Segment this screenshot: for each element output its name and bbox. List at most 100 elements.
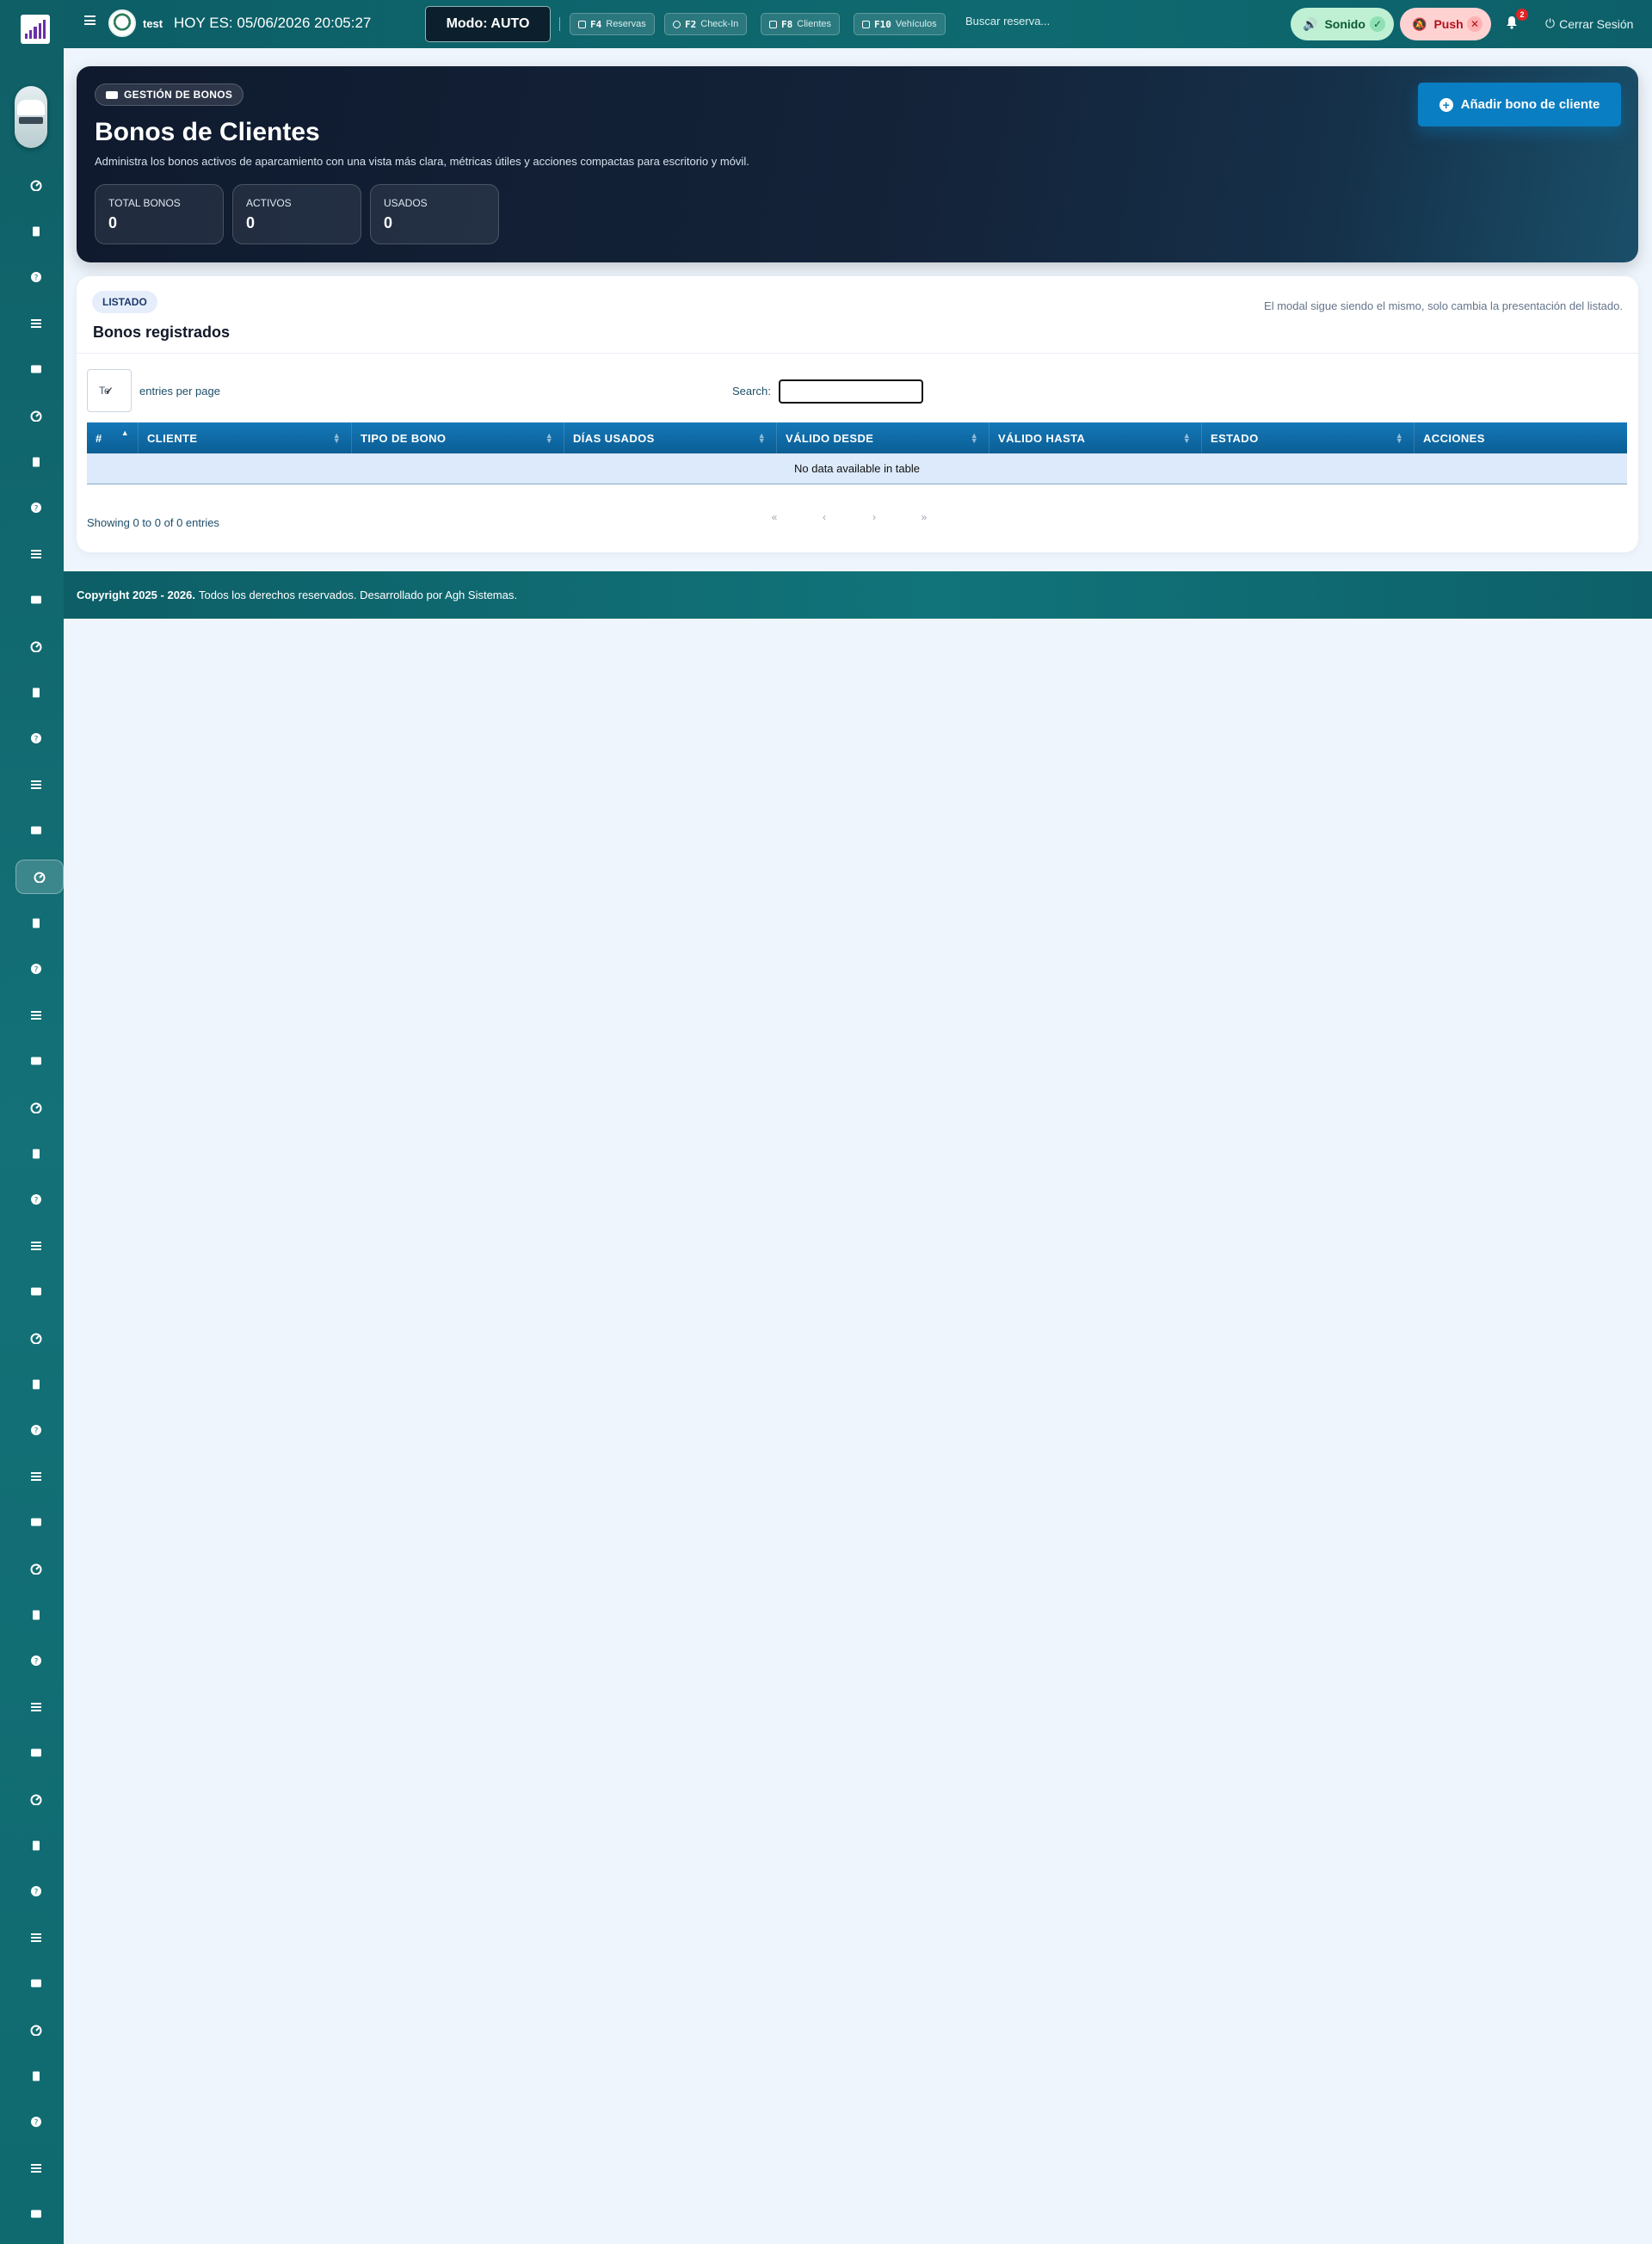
sidebar-item-camera[interactable]: ? xyxy=(17,953,55,984)
sidebar-item-help[interactable]: ? xyxy=(17,262,55,293)
sidebar-item-database[interactable] xyxy=(17,1507,55,1538)
code-icon: ? xyxy=(31,2117,41,2128)
sidebar-item-file[interactable] xyxy=(17,908,55,939)
column-header-index[interactable]: # ▲ xyxy=(87,422,139,453)
bank-icon xyxy=(31,1703,41,1711)
shortcut-key: F10 xyxy=(874,18,891,30)
sidebar-item-video[interactable] xyxy=(17,1737,55,1768)
sidebar-item-dashboard[interactable] xyxy=(17,170,55,200)
sidebar-item-ticket[interactable] xyxy=(15,860,64,894)
sidebar-item-parking[interactable] xyxy=(17,1045,55,1076)
sidebar-item-id-card[interactable] xyxy=(17,354,55,385)
logout-arrow-icon xyxy=(33,1149,40,1159)
last-page-button[interactable]: » xyxy=(899,511,949,523)
sidebar-item-briefcase[interactable]: ? xyxy=(17,1415,55,1446)
column-header-dias-usados[interactable]: DÍAS USADOS ▲ ▼ xyxy=(564,422,777,453)
sidebar-item-book[interactable] xyxy=(17,1784,55,1815)
database-icon xyxy=(31,1518,41,1526)
sidebar-avatar[interactable] xyxy=(15,86,47,148)
prev-page-button[interactable]: ‹ xyxy=(799,511,849,523)
sidebar-item-euro[interactable] xyxy=(17,584,55,615)
sidebar-item-printer[interactable]: ? xyxy=(17,1184,55,1215)
sidebar-item-truck[interactable] xyxy=(17,447,55,478)
sidebar-item-calendar[interactable] xyxy=(17,677,55,708)
sidebar-item-cogs[interactable]: ? xyxy=(17,1645,55,1676)
ticket-icon xyxy=(106,90,118,99)
sidebar-item-chart[interactable] xyxy=(17,631,55,662)
sidebar-item-shield[interactable]: ? xyxy=(17,1876,55,1907)
sidebar-item-layers[interactable]: ? xyxy=(17,492,55,523)
sidebar-item-bank[interactable] xyxy=(17,1692,55,1723)
calendar-x-icon xyxy=(31,780,41,789)
app-logo[interactable] xyxy=(21,15,50,44)
hamburger-menu-icon[interactable] xyxy=(84,15,96,25)
column-header-estado[interactable]: ESTADO ▲ ▼ xyxy=(1202,422,1415,453)
shortcut-clientes[interactable]: F8 Clientes xyxy=(761,13,840,35)
add-bono-button[interactable]: + Añadir bono de cliente xyxy=(1418,83,1621,126)
sidebar-item-user-tie[interactable] xyxy=(17,1830,55,1861)
brand-logo xyxy=(108,9,136,37)
network-icon xyxy=(31,1933,41,1942)
sidebar-item-list[interactable] xyxy=(17,308,55,339)
camera-icon: ? xyxy=(31,964,41,975)
sort-icon: ▲ ▼ xyxy=(1182,431,1191,445)
column-header-label: TIPO DE BONO xyxy=(361,431,447,445)
shortcut-vehiculos[interactable]: F10 Vehículos xyxy=(854,13,946,35)
sidebar-item-list-alt[interactable] xyxy=(17,1461,55,1492)
sidebar-item-building[interactable] xyxy=(17,815,55,846)
shortcut-checkin[interactable]: F2 Check-In xyxy=(664,13,748,35)
sidebar-item-network[interactable] xyxy=(17,1922,55,1953)
book-icon xyxy=(30,1794,42,1805)
footer-copyright: Copyright 2025 - 2026. xyxy=(77,589,195,601)
chart-icon xyxy=(30,641,42,652)
sidebar-item-bell[interactable] xyxy=(17,1553,55,1584)
sound-toggle[interactable]: 🔊 Sonido ✓ xyxy=(1291,8,1394,40)
push-toggle[interactable]: 🔕 Push ✕ xyxy=(1400,8,1491,40)
sidebar-item-calendar-x[interactable] xyxy=(17,769,55,800)
sidebar-item-transfer[interactable] xyxy=(17,539,55,570)
shortcut-reservas[interactable]: F4 Reservas xyxy=(570,13,655,35)
mode-button[interactable]: Modo: AUTO xyxy=(425,6,551,42)
ticket-icon xyxy=(34,872,46,883)
sidebar-item-calendar-check[interactable]: ? xyxy=(17,723,55,754)
sidebar-item-code[interactable]: ? xyxy=(17,2106,55,2137)
column-header-valido-hasta[interactable]: VÁLIDO HASTA ▲ ▼ xyxy=(989,422,1202,453)
list-icon xyxy=(31,319,41,328)
table-search-input[interactable] xyxy=(779,379,923,404)
shortcut-key: F8 xyxy=(781,18,793,30)
sidebar-item-check[interactable] xyxy=(17,1092,55,1123)
sidebar-item-user-cog[interactable] xyxy=(17,1369,55,1400)
first-page-button[interactable]: « xyxy=(749,511,799,523)
sidebar-item-power[interactable] xyxy=(17,2198,55,2229)
reservation-search-input[interactable]: Buscar reserva... xyxy=(965,15,1050,28)
column-header-cliente[interactable]: CLIENTE ▲ ▼ xyxy=(139,422,352,453)
column-header-tipo-bono[interactable]: TIPO DE BONO ▲ ▼ xyxy=(352,422,564,453)
sidebar-item-clock[interactable] xyxy=(17,1322,55,1353)
transfer-icon xyxy=(31,550,41,558)
sidebar-item-logout-arrow[interactable] xyxy=(17,1138,55,1169)
entries-per-page-select[interactable]: Te ✓ xyxy=(87,369,132,412)
svg-text:?: ? xyxy=(34,2119,39,2128)
column-header-label: ESTADO xyxy=(1211,431,1259,445)
sidebar-item-file-text[interactable] xyxy=(17,1230,55,1261)
svg-text:?: ? xyxy=(34,1658,39,1667)
column-header-valido-desde[interactable]: VÁLIDO DESDE ▲ ▼ xyxy=(777,422,989,453)
sidebar-item-car[interactable] xyxy=(17,400,55,431)
sidebar-item-megaphone[interactable] xyxy=(17,1000,55,1031)
sidebar-item-server[interactable] xyxy=(17,1968,55,1999)
video-icon xyxy=(31,1748,41,1757)
sidebar-item-sitemap[interactable] xyxy=(17,2014,55,2045)
sidebar-item-document[interactable] xyxy=(17,216,55,247)
sidebar-item-users[interactable] xyxy=(17,1276,55,1307)
user-tie-icon xyxy=(33,1840,40,1851)
sort-icon: ▲ ▼ xyxy=(1395,431,1403,445)
sound-label: Sonido xyxy=(1324,17,1365,31)
sidebar-item-user[interactable] xyxy=(17,1600,55,1631)
next-page-button[interactable]: › xyxy=(849,511,899,523)
logout-button[interactable]: ⏻ Cerrar Sesión xyxy=(1545,16,1633,31)
svg-text:?: ? xyxy=(34,274,39,283)
sidebar-item-list-check[interactable] xyxy=(17,2061,55,2092)
sidebar-item-antenna[interactable] xyxy=(17,2153,55,2184)
briefcase-icon: ? xyxy=(31,1425,41,1436)
users-icon xyxy=(31,1287,41,1296)
